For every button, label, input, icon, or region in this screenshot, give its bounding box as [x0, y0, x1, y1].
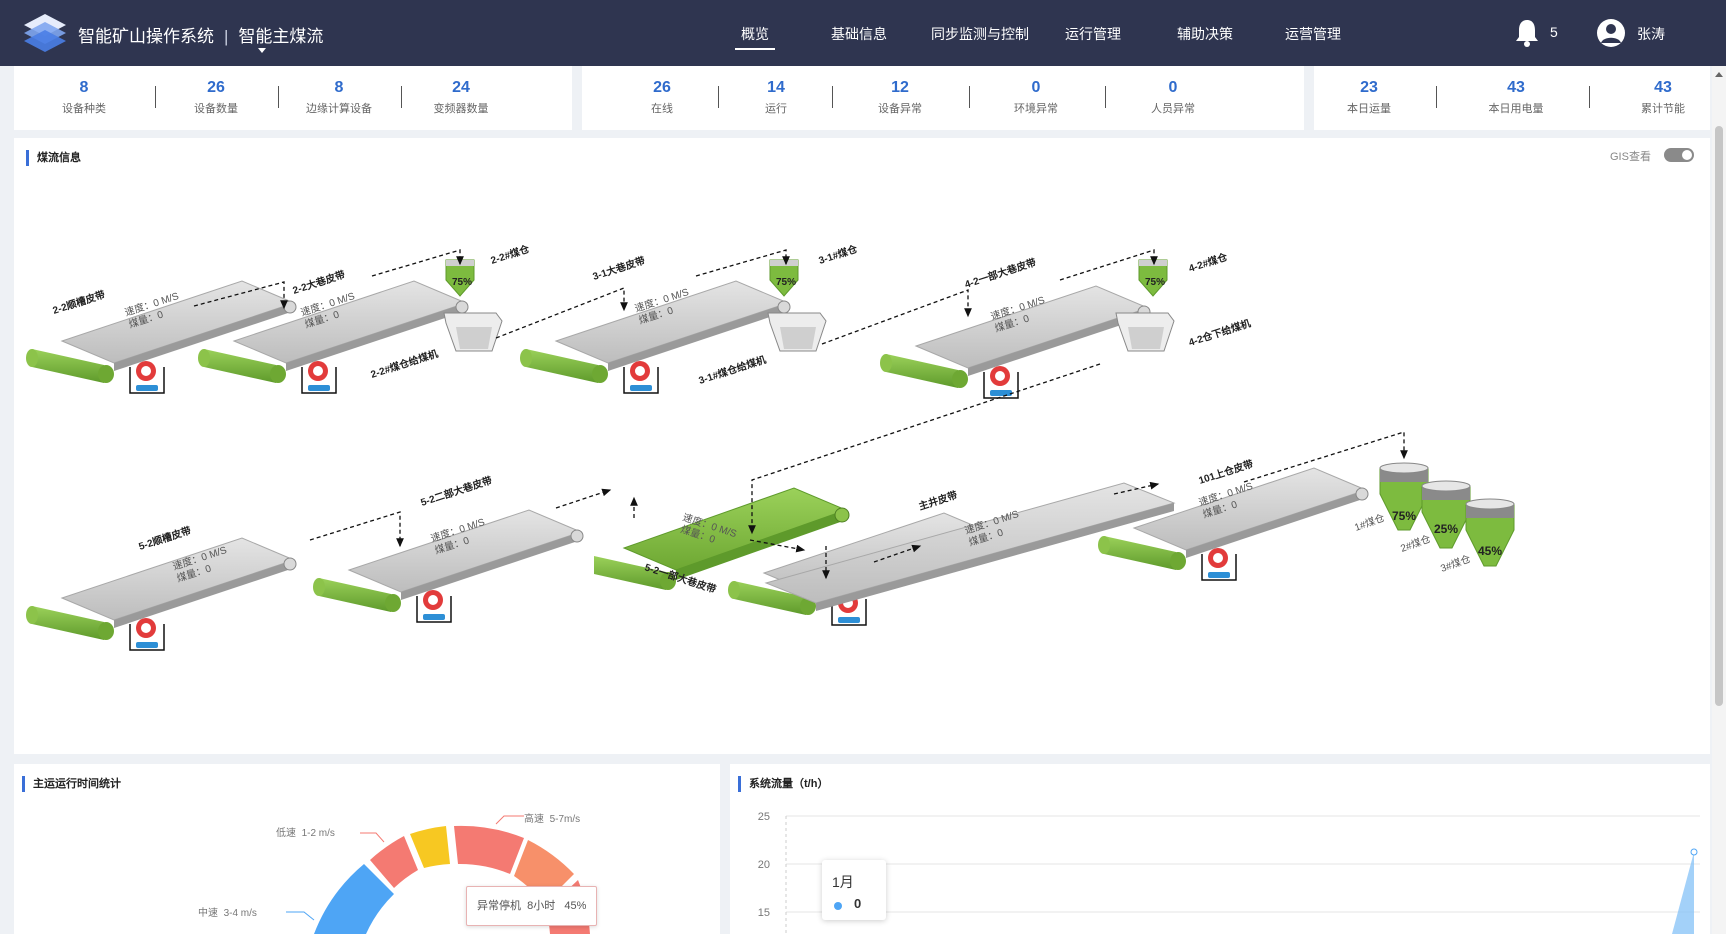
stat-device-abnormal: 12 设备异常 — [878, 79, 922, 115]
belt-main-shaft-label: 主井皮带 — [917, 488, 959, 513]
nav-business-management[interactable]: 运营管理 — [1285, 0, 1341, 66]
donut-segment-medium — [314, 864, 394, 934]
bunker-2-2-level: 75% — [452, 277, 472, 288]
silo-1-level: 75% — [1392, 509, 1416, 523]
feeder-4-2 — [1115, 312, 1175, 352]
belt-4-2-first-label: 4-2一部大巷皮带 — [963, 255, 1038, 290]
stat-daily-volume: 23 本日运量 — [1347, 79, 1391, 115]
bell-icon[interactable] — [1514, 18, 1540, 48]
belt-3-1-main-label: 3-1大巷皮带 — [591, 254, 647, 283]
belt-101-silo — [1097, 467, 1369, 581]
stat-running: 14 运行 — [765, 79, 787, 115]
stat-device-count: 26 设备数量 — [194, 79, 238, 115]
page-scrollbar[interactable] — [1712, 66, 1726, 934]
runtime-tooltip: 异常停机 8小时 45% — [466, 886, 598, 926]
feeder-3-1 — [767, 312, 827, 352]
feeder-4-2-label: 4-2仓下给煤机 — [1187, 317, 1252, 349]
belt-5-2-second-label: 5-2二部大巷皮带 — [419, 473, 494, 508]
nav-basic-info[interactable]: 基础信息 — [831, 0, 887, 66]
stat-inverter-count: 24 变频器数量 — [433, 79, 489, 115]
user-name[interactable]: 张涛 — [1637, 24, 1665, 44]
system-name: 智能矿山操作系统 — [78, 27, 214, 46]
system-flow-panel: 系统流量（t/h） 25 20 15 1月 0 — [730, 764, 1710, 934]
feeder-2-2 — [443, 312, 503, 352]
silo-3-level: 45% — [1478, 544, 1502, 558]
stat-daily-power: 43 本日用电量 — [1488, 79, 1544, 115]
logo-layers-icon — [24, 14, 66, 52]
bunker-3-1-level: 75% — [776, 277, 796, 288]
stat-online: 26 在线 — [651, 79, 673, 115]
donut-segment-yellow — [410, 826, 450, 868]
feeder-2-2-label: 2-2#煤仓给煤机 — [369, 347, 440, 381]
top-nav-bar: 智能矿山操作系统 | 智能主煤流 概览 基础信息 同步监测与控制 运行管理 辅助决策… — [0, 0, 1726, 66]
device-stats-card: 8 设备种类 26 设备数量 8 边缘计算设备 24 变频器数量 — [14, 66, 572, 130]
status-stats-card: 26 在线 14 运行 12 设备异常 0 环境异常 0 人员异常 — [582, 66, 1304, 130]
flow-data-point — [1690, 848, 1698, 856]
nav-decision-support[interactable]: 辅助决策 — [1177, 0, 1233, 66]
stat-device-types: 8 设备种类 — [62, 79, 106, 115]
nav-sync-monitor-control[interactable]: 同步监测与控制 — [931, 0, 1029, 66]
coal-flow-panel: 煤流信息 GIS查看 75% 75% 75% 75% 25% 45% 1#煤仓 … — [14, 138, 1710, 754]
module-dropdown-caret-icon[interactable] — [258, 48, 266, 53]
feeder-3-1-label: 3-1#煤仓给煤机 — [697, 353, 768, 387]
coal-flow-diagram: 75% 75% 75% 75% 25% 45% 1#煤仓 2#煤仓 3#煤仓 2… — [25, 242, 1515, 651]
belt-4-2-first — [879, 285, 1151, 399]
module-name: 智能主煤流 — [238, 27, 324, 46]
system-flow-tooltip: 1月 0 — [822, 860, 886, 920]
tooltip-month: 1月 — [832, 874, 854, 890]
runtime-donut-chart — [286, 815, 590, 934]
belt-5-2-gate — [25, 537, 297, 651]
y-tick-label: 15 — [758, 907, 770, 919]
silo-3-label: 3#煤仓 — [1439, 552, 1473, 575]
stat-total-energy-saved: 43 累计节能 — [1641, 79, 1685, 115]
energy-stats-card: 23 本日运量 43 本日用电量 43 累计节能 — [1314, 66, 1710, 130]
belt-2-2-main-label: 2-2大巷皮带 — [291, 268, 347, 297]
user-avatar-icon[interactable] — [1596, 18, 1626, 48]
silo-2-label: 2#煤仓 — [1399, 532, 1433, 555]
scrollbar-thumb — [1715, 126, 1723, 706]
legend-medium: 中速 3-4 m/s — [198, 908, 257, 919]
brand-title[interactable]: 智能矿山操作系统 | 智能主煤流 — [78, 22, 323, 47]
belt-5-2-gate-label: 5-2顺槽皮带 — [137, 524, 193, 553]
silo-1-label: 1#煤仓 — [1353, 511, 1387, 534]
notification-count: 5 — [1550, 24, 1558, 40]
bunker-2-2-label: 2-2#煤仓 — [489, 242, 532, 267]
stat-environment-abnormal: 0 环境异常 — [1014, 79, 1058, 115]
y-tick-label: 20 — [758, 859, 770, 871]
donut-segment-high — [454, 825, 524, 874]
runtime-stats-panel: 主运运行时间统计 低速 1-2 m/s 中速 3-4 m/s 高速 5-7m/s… — [14, 764, 720, 934]
legend-high: 高速 5-7m/s — [524, 814, 581, 825]
bunker-4-2-label: 4-2#煤仓 — [1187, 250, 1230, 275]
tooltip-series-dot — [834, 902, 842, 910]
tooltip-value: 0 — [854, 896, 862, 911]
legend-low: 低速 1-2 m/s — [276, 828, 335, 839]
stat-edge-devices: 8 边缘计算设备 — [306, 79, 372, 115]
silo-2-level: 25% — [1434, 522, 1458, 536]
bunker-4-2-level: 75% — [1145, 277, 1165, 288]
scroll-up-arrow-icon — [1715, 72, 1723, 77]
y-tick-label: 25 — [758, 811, 770, 823]
nav-operation-management[interactable]: 运行管理 — [1065, 0, 1121, 66]
brand-separator: | — [224, 27, 229, 46]
bunker-3-1-label: 3-1#煤仓 — [817, 242, 860, 267]
nav-overview[interactable]: 概览 — [735, 0, 775, 66]
stat-personnel-abnormal: 0 人员异常 — [1151, 79, 1195, 115]
belt-2-2-gate-label: 2-2顺槽皮带 — [51, 288, 107, 317]
